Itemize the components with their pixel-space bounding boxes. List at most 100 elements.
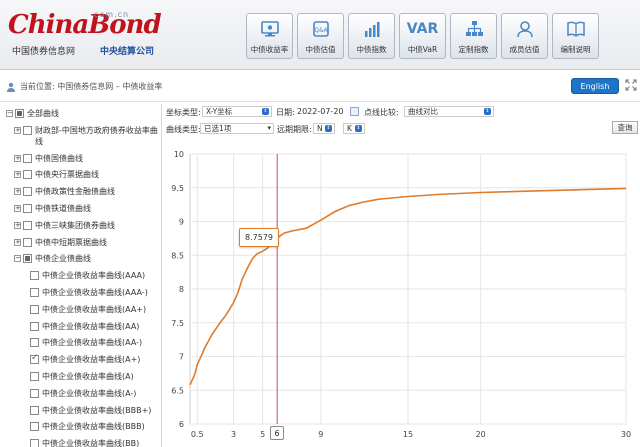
- value-tooltip: 8.7579: [239, 228, 279, 247]
- expand-icon[interactable]: +: [14, 205, 21, 212]
- tree-item[interactable]: 中债企业债收益率曲线(AA-): [30, 337, 158, 348]
- tree-item-label: 中债国债曲线: [35, 153, 83, 163]
- tree-item[interactable]: 中债企业债收益率曲线(BB): [30, 438, 158, 447]
- tree-checkbox[interactable]: [30, 422, 39, 432]
- collapse-icon[interactable]: −: [14, 255, 21, 263]
- nav-yield-button[interactable]: 中债收益率: [246, 13, 293, 59]
- y-tick-label: 6: [179, 420, 184, 429]
- expand-icon[interactable]: +: [14, 171, 21, 179]
- nav-methodology-button[interactable]: 编制说明: [552, 13, 599, 59]
- svg-text:Q&A: Q&A: [314, 27, 328, 34]
- calendar-icon[interactable]: [350, 107, 359, 116]
- nav-label: 成员估值: [509, 45, 540, 54]
- tree-item[interactable]: 中债企业债收益率曲线(AAA-): [30, 287, 158, 298]
- expand-icon[interactable]: +: [14, 221, 21, 229]
- y-tick-label: 9: [179, 218, 184, 227]
- tree-item[interactable]: 中债企业债收益率曲线(BBB): [30, 421, 158, 432]
- tree-item[interactable]: + 中债铁道债曲线: [14, 203, 158, 214]
- tree-checkbox[interactable]: [30, 321, 39, 331]
- curve-type-select[interactable]: 已选1项 ▾: [200, 123, 274, 134]
- tree-checkbox[interactable]: [30, 288, 39, 297]
- nav-label: 中债指数: [356, 45, 387, 54]
- tree-checkbox[interactable]: [30, 388, 39, 398]
- tree-item-label: 中债企业债收益率曲线(AAA-): [42, 288, 148, 297]
- expand-icon[interactable]: +: [14, 126, 21, 134]
- compare-value: 曲线对比: [408, 107, 438, 116]
- tree-item[interactable]: 中债企业债收益率曲线(AA+): [30, 304, 158, 315]
- chinabond-logo[interactable]: ChinaBond com.cn 中国债券信息网 中央结算公司: [6, 6, 162, 62]
- forward-n-select[interactable]: N ⇕: [313, 123, 335, 134]
- tree-checkbox[interactable]: [23, 220, 32, 230]
- book-icon: [565, 18, 587, 40]
- expand-icon[interactable]: +: [14, 188, 21, 196]
- fullscreen-icon[interactable]: [625, 79, 637, 91]
- tree-item-label: 中债企业债收益率曲线(A-): [42, 388, 137, 398]
- forward-k-select[interactable]: K ⇕: [343, 123, 365, 134]
- select-arrow-icon: ⇕: [262, 108, 269, 115]
- tree-checkbox[interactable]: [23, 204, 32, 213]
- tree-checkbox[interactable]: [23, 125, 32, 135]
- x-tick-label: 3: [231, 430, 236, 439]
- nav-label: 编制说明: [560, 45, 591, 54]
- tree-item[interactable]: 中债企业债收益率曲线(AA): [30, 321, 158, 332]
- tree-item[interactable]: + 中债政策性金融债曲线: [14, 186, 158, 197]
- yield-curve-svg[interactable]: 6 6.5 7 7.5 8 8.5 9 9.5 10 0.5 3 5 9 15 20 30: [166, 145, 640, 447]
- curve-type-label: 曲线类型:: [166, 125, 201, 134]
- tree-checkbox[interactable]: [23, 187, 32, 197]
- nav-custom-index-button[interactable]: 定制指数: [450, 13, 497, 59]
- nav-valuation-button[interactable]: Q&A 中债估值: [297, 13, 344, 59]
- tree-item-label: 中债企业债收益率曲线(AA-): [42, 338, 143, 348]
- tree-item[interactable]: + 中债央行票据曲线: [14, 169, 158, 180]
- tree-checkbox[interactable]: [30, 405, 39, 415]
- tree-checkbox[interactable]: [30, 372, 39, 381]
- expand-icon[interactable]: +: [14, 154, 21, 162]
- tree-item[interactable]: 中债企业债收益率曲线(BBB+): [30, 405, 158, 416]
- nav-var-button[interactable]: VAR 中债VaR: [399, 13, 446, 59]
- date-input[interactable]: 2022-07-20: [297, 107, 344, 116]
- tree-checkbox[interactable]: [30, 271, 39, 281]
- tree-item[interactable]: 中债企业债收益率曲线(AAA): [30, 270, 158, 281]
- site-header: ChinaBond com.cn 中国债券信息网 中央结算公司 中债收益率 Q&…: [0, 0, 640, 70]
- expand-icon[interactable]: +: [14, 238, 21, 246]
- breadcrumb: 当前位置: 中国债券信息网 – 中债收益率: [20, 82, 163, 91]
- hierarchy-icon: [463, 18, 485, 40]
- date-label: 日期:: [276, 108, 295, 117]
- tree-checkbox[interactable]: [30, 338, 39, 348]
- compare-select[interactable]: 曲线对比 ⇕: [404, 106, 494, 117]
- english-button[interactable]: English: [571, 78, 619, 94]
- y-tick-label: 8.5: [171, 251, 184, 260]
- breadcrumb-bar: 当前位置: 中国债券信息网 – 中债收益率 English: [0, 70, 640, 102]
- tree-item[interactable]: 中债企业债收益率曲线(A): [30, 371, 158, 382]
- tree-item[interactable]: + 中债三峡集团债券曲线: [14, 220, 158, 231]
- tree-item[interactable]: + 中债中短期票据曲线: [14, 237, 158, 248]
- axis-type-select[interactable]: X-Y坐标 ⇕: [202, 106, 272, 117]
- nav-index-button[interactable]: 中债指数: [348, 13, 395, 59]
- curve-type-value: 已选1项: [204, 124, 232, 133]
- tree-item[interactable]: + 财政部-中国地方政府债券收益率曲线: [14, 125, 158, 147]
- tree-item[interactable]: 中债企业债收益率曲线(A-): [30, 388, 158, 399]
- person-icon: [6, 82, 16, 92]
- tree-checkbox[interactable]: [23, 237, 32, 247]
- nav-member-valuation-button[interactable]: 成员估值: [501, 13, 548, 59]
- collapse-icon[interactable]: −: [6, 110, 13, 117]
- tree-checkbox[interactable]: [30, 304, 39, 314]
- axis-type-label: 坐标类型:: [166, 108, 201, 117]
- tree-checkbox[interactable]: [30, 353, 39, 365]
- tree-checkbox[interactable]: [23, 170, 32, 180]
- tree-item[interactable]: − 中债企业债曲线: [14, 253, 158, 264]
- tree-checkbox[interactable]: [30, 439, 39, 447]
- y-tick-label: 7: [179, 353, 184, 362]
- tree-checkbox[interactable]: [15, 109, 24, 118]
- tree-checkbox[interactable]: [23, 153, 32, 163]
- x-tick-label: 20: [476, 430, 486, 439]
- x-tick-label: 9: [318, 430, 323, 439]
- tree-item[interactable]: − 全部曲线: [6, 108, 158, 119]
- tree-item[interactable]: + 中债国债曲线: [14, 153, 158, 164]
- tree-item-label: 中债政策性金融债曲线: [35, 187, 115, 197]
- tree-item[interactable]: 中债企业债收益率曲线(A+): [30, 353, 158, 365]
- tree-checkbox[interactable]: [23, 254, 32, 264]
- query-button[interactable]: 查询: [612, 121, 638, 134]
- tree-item-label: 全部曲线: [27, 109, 59, 118]
- forward-n-value: N: [317, 124, 323, 133]
- tree-item-label: 中债企业债收益率曲线(A): [42, 372, 134, 381]
